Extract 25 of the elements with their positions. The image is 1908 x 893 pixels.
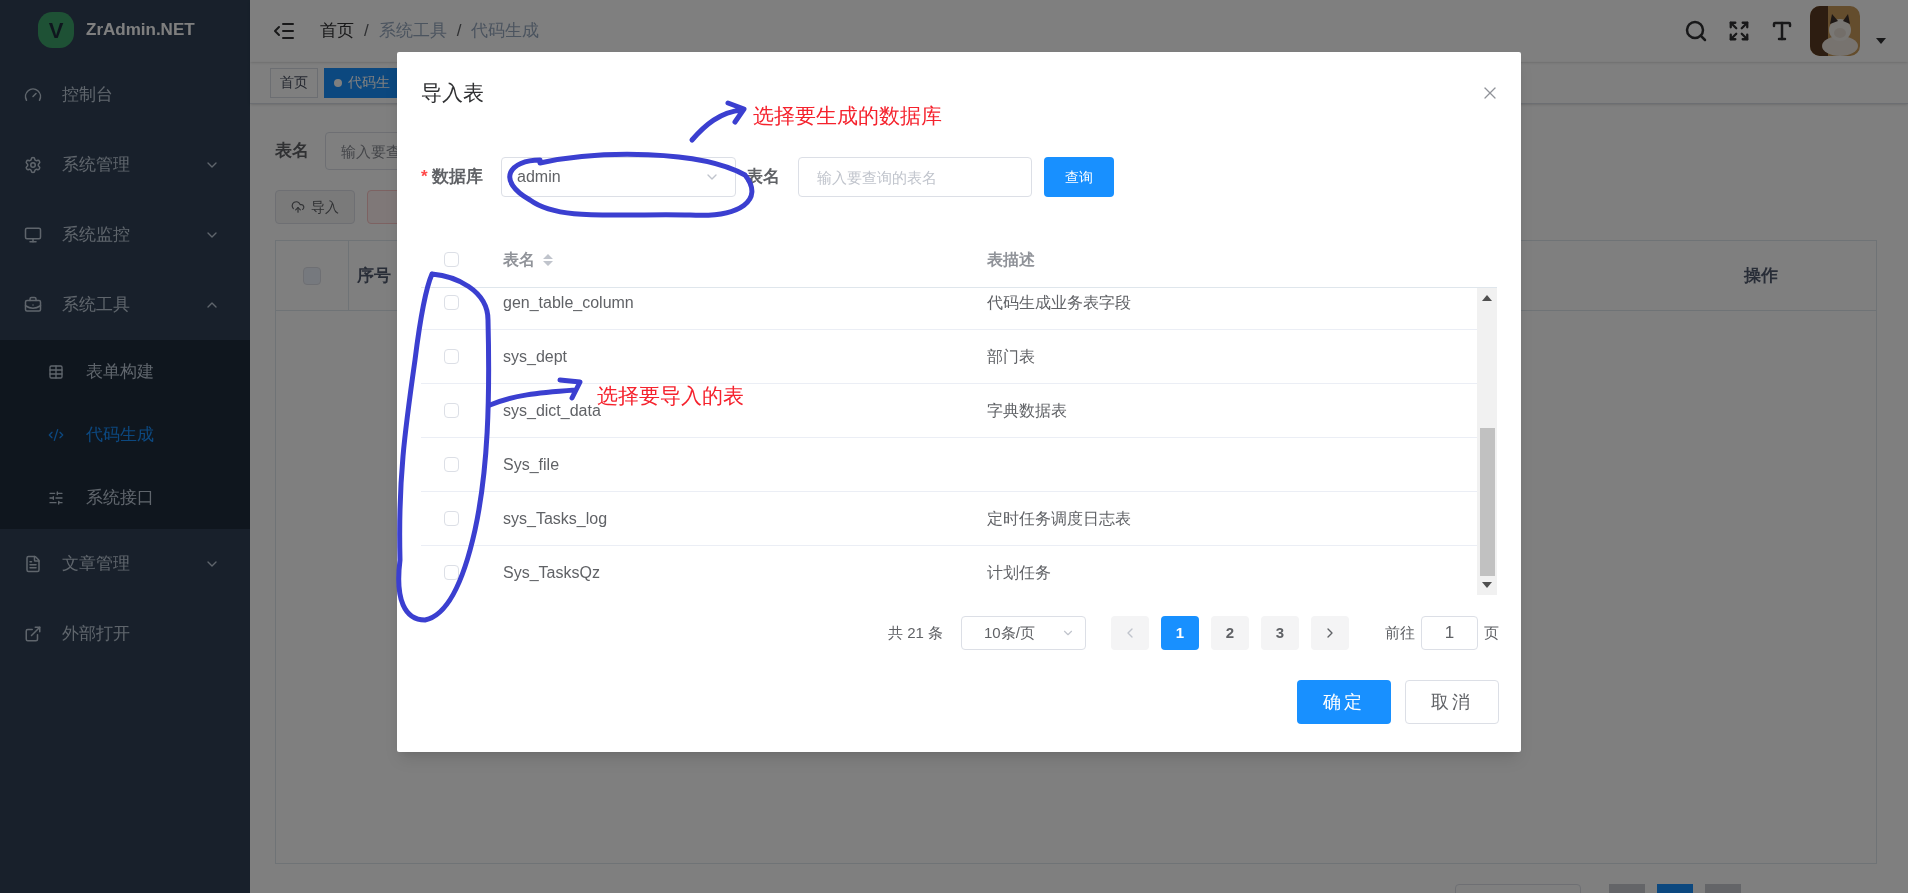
total-count: 共 21 条 bbox=[887, 622, 943, 643]
table-cell: sys_Tasks_log bbox=[503, 509, 608, 527]
field-label: * 数据库 bbox=[421, 166, 484, 189]
app-title: ZrAdmin.NET bbox=[86, 19, 195, 42]
table-cell: gen_table_column bbox=[503, 293, 634, 311]
table-cell: 字典数据表 bbox=[987, 401, 1067, 419]
annotation-text: 选择要导入的表 bbox=[597, 383, 744, 407]
goto-suffix: 页 bbox=[1484, 622, 1499, 643]
dialog-title: 导入表 bbox=[421, 80, 484, 107]
column-header: 序号 bbox=[356, 264, 391, 287]
breadcrumb-separator: / bbox=[364, 20, 369, 43]
breadcrumb-separator: / bbox=[456, 20, 462, 43]
column-header: 操作 bbox=[1742, 264, 1779, 287]
table-cell: 计划任务 bbox=[987, 563, 1051, 581]
field-label: 表名 bbox=[275, 140, 309, 163]
logo-icon: V bbox=[38, 12, 74, 48]
table-cell: sys_dept bbox=[503, 347, 568, 365]
goto-label: 前往 bbox=[1385, 622, 1415, 643]
table-cell: 代码生成业务表字段 bbox=[987, 293, 1131, 311]
table-cell: Sys_file bbox=[503, 455, 560, 473]
table-cell: 部门表 bbox=[987, 347, 1035, 365]
table-cell: 定时任务调度日志表 bbox=[987, 509, 1131, 527]
annotation-text: 选择要生成的数据库 bbox=[753, 103, 942, 129]
table-cell: Sys_TasksQz bbox=[503, 563, 600, 581]
column-header: 表描述 bbox=[987, 249, 1035, 270]
